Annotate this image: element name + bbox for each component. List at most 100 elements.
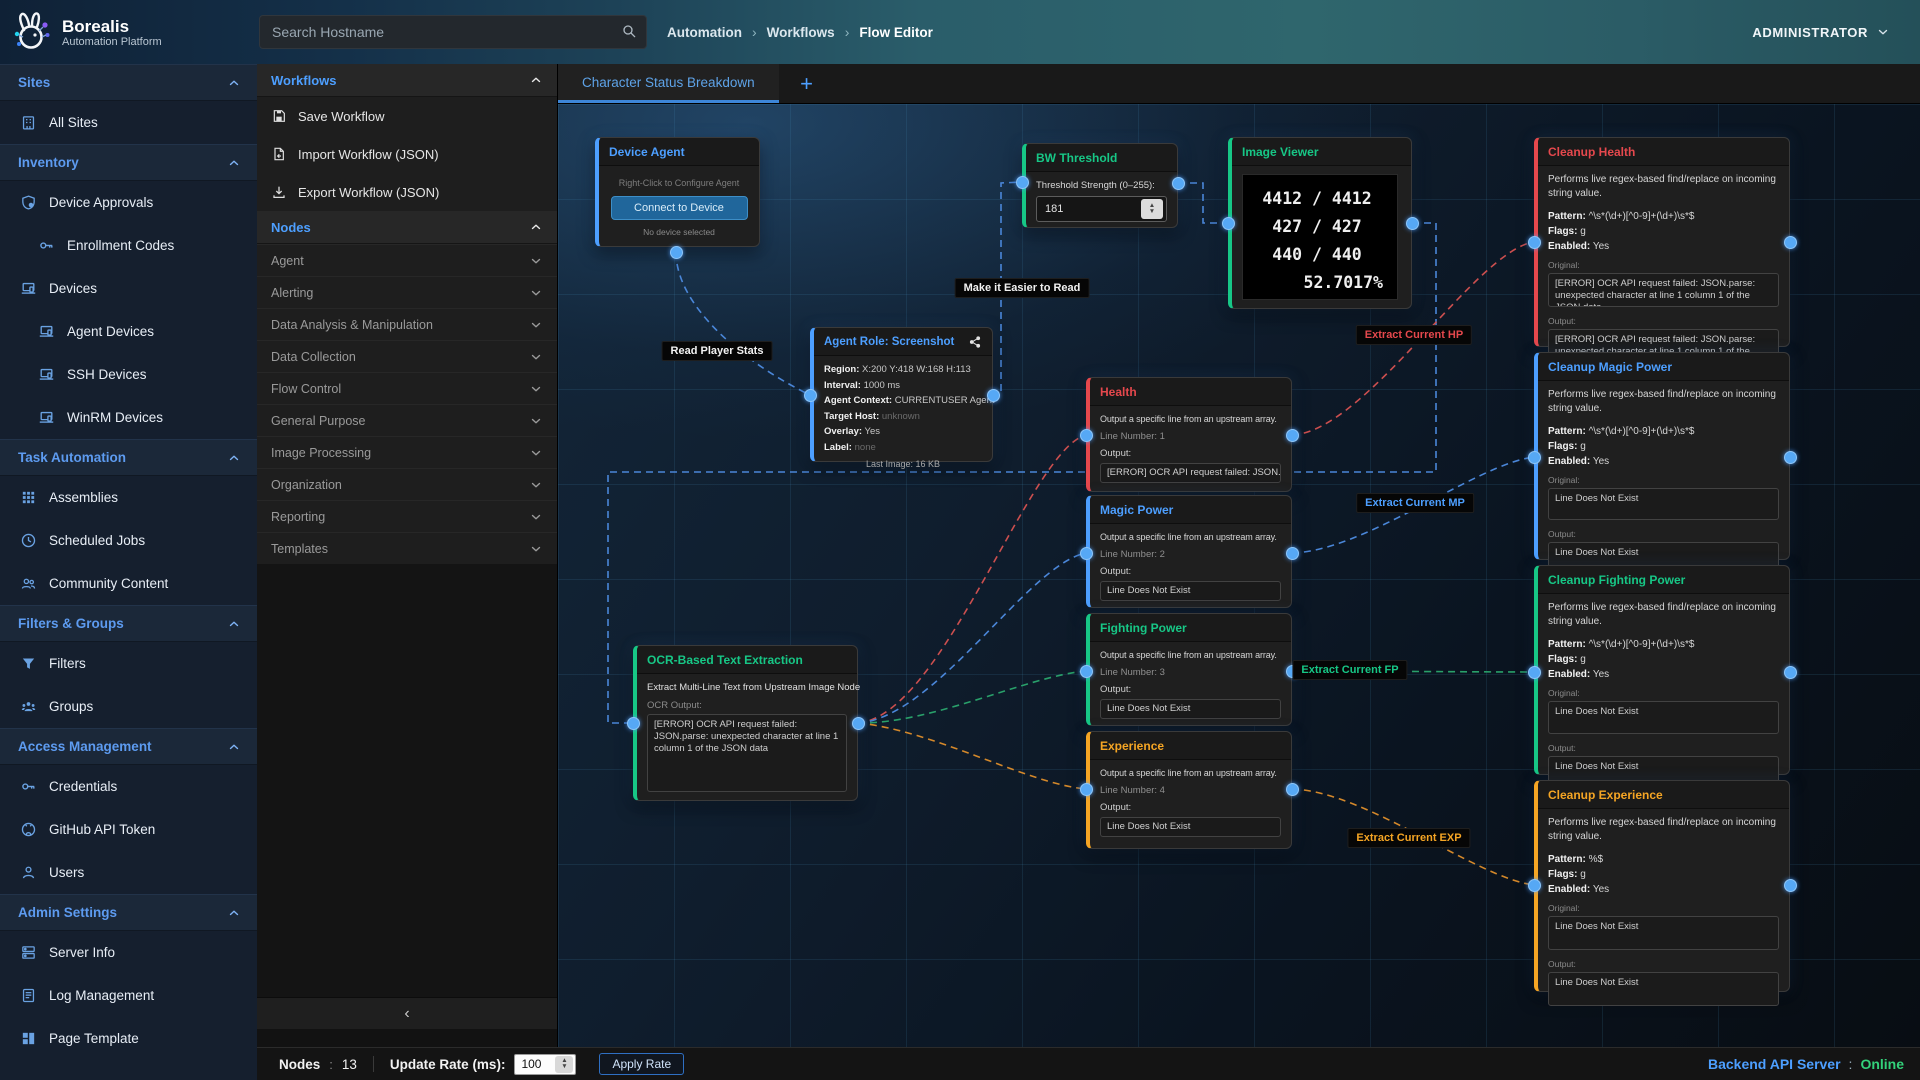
save-workflow-button[interactable]: Save Workflow xyxy=(257,97,557,135)
node-category-agent[interactable]: Agent xyxy=(257,244,557,276)
sidebar-item-filters[interactable]: Filters xyxy=(0,642,257,685)
sidebar-section-admin-settings[interactable]: Admin Settings xyxy=(0,894,257,931)
sidebar-item-ssh-devices[interactable]: SSH Devices xyxy=(0,353,257,396)
threshold-input[interactable] xyxy=(1037,203,1141,215)
flow-node-bw-threshold[interactable]: BW Threshold Threshold Strength (0–255):… xyxy=(1022,143,1178,228)
original-textarea[interactable]: [ERROR] OCR API request failed: JSON.par… xyxy=(1548,273,1779,307)
sidebar-item-credentials[interactable]: Credentials xyxy=(0,765,257,808)
original-textarea[interactable]: Line Does Not Exist xyxy=(1548,701,1779,734)
import-workflow-button[interactable]: Import Workflow (JSON) xyxy=(257,135,557,173)
sidebar-item-winrm-devices[interactable]: WinRM Devices xyxy=(0,396,257,439)
connector-port[interactable] xyxy=(987,389,1000,402)
connector-port[interactable] xyxy=(852,717,865,730)
flow-node-cleanup-experience[interactable]: Cleanup Experience Performs live regex-b… xyxy=(1534,780,1790,992)
number-stepper[interactable]: ▲▼ xyxy=(1141,199,1163,219)
collapse-panel-button[interactable]: ‹ xyxy=(257,997,557,1029)
nodes-panel-header[interactable]: Nodes xyxy=(257,211,557,244)
update-rate-input[interactable] xyxy=(515,1057,555,1071)
node-category-templates[interactable]: Templates xyxy=(257,532,557,564)
flow-node-cleanup-magic-power[interactable]: Cleanup Magic Power Performs live regex-… xyxy=(1534,352,1790,560)
edge-label-extract-current-hp[interactable]: Extract Current HP xyxy=(1356,325,1472,345)
connector-port[interactable] xyxy=(1406,217,1419,230)
sidebar-item-device-approvals[interactable]: Device Approvals xyxy=(0,181,257,224)
sidebar-item-enrollment-codes[interactable]: Enrollment Codes xyxy=(0,224,257,267)
hostname-search[interactable] xyxy=(259,15,647,49)
node-category-data-collection[interactable]: Data Collection xyxy=(257,340,557,372)
number-stepper[interactable]: ▲▼ xyxy=(555,1056,573,1073)
connector-port[interactable] xyxy=(1286,783,1299,796)
node-category-organization[interactable]: Organization xyxy=(257,468,557,500)
node-category-alerting[interactable]: Alerting xyxy=(257,276,557,308)
connector-port[interactable] xyxy=(1016,176,1029,189)
connector-port[interactable] xyxy=(1080,547,1093,560)
sidebar-item-page-template[interactable]: Page Template xyxy=(0,1017,257,1060)
output-textarea[interactable]: Line Does Not Exist xyxy=(1548,972,1779,1006)
connector-port[interactable] xyxy=(1080,783,1093,796)
flow-node-health[interactable]: Health Output a specific line from an up… xyxy=(1086,377,1292,492)
edge-label-extract-current-exp[interactable]: Extract Current EXP xyxy=(1347,828,1470,848)
edge-label-extract-current-fp[interactable]: Extract Current FP xyxy=(1292,660,1407,680)
flow-node-image-viewer[interactable]: Image Viewer 4412 / 4412 427 / 427 440 /… xyxy=(1228,137,1412,309)
flow-node-fighting-power[interactable]: Fighting Power Output a specific line fr… xyxy=(1086,613,1292,726)
flow-canvas[interactable]: Device Agent Right-Click to Configure Ag… xyxy=(558,104,1920,1047)
flow-node-device-agent[interactable]: Device Agent Right-Click to Configure Ag… xyxy=(595,137,760,247)
tab-character-status-breakdown[interactable]: Character Status Breakdown xyxy=(558,64,779,103)
user-menu-administrator[interactable]: ADMINISTRATOR xyxy=(1752,25,1890,40)
output-value-field[interactable]: Line Does Not Exist xyxy=(1100,581,1281,601)
sidebar-item-log-management[interactable]: Log Management xyxy=(0,974,257,1017)
node-category-reporting[interactable]: Reporting xyxy=(257,500,557,532)
connector-port[interactable] xyxy=(627,717,640,730)
connector-port[interactable] xyxy=(1286,547,1299,560)
connector-port[interactable] xyxy=(1528,666,1541,679)
node-category-image-processing[interactable]: Image Processing xyxy=(257,436,557,468)
connector-port[interactable] xyxy=(1286,429,1299,442)
output-value-field[interactable]: [ERROR] OCR API request failed: JSON.par xyxy=(1100,463,1281,483)
ocr-output-textarea[interactable]: [ERROR] OCR API request failed: JSON.par… xyxy=(647,714,847,792)
connector-port[interactable] xyxy=(1784,879,1797,892)
node-category-general-purpose[interactable]: General Purpose xyxy=(257,404,557,436)
sidebar-item-scheduled-jobs[interactable]: Scheduled Jobs xyxy=(0,519,257,562)
flow-node-magic-power[interactable]: Magic Power Output a specific line from … xyxy=(1086,495,1292,608)
connect-to-device-button[interactable]: Connect to Device xyxy=(611,196,748,220)
sidebar-item-all-sites[interactable]: All Sites xyxy=(0,101,257,144)
connector-port[interactable] xyxy=(1080,429,1093,442)
connector-port[interactable] xyxy=(1080,665,1093,678)
flow-node-agent-role-screenshot[interactable]: Agent Role: Screenshot Region: X:200 Y:4… xyxy=(810,327,993,462)
connector-port[interactable] xyxy=(1784,451,1797,464)
flow-node-experience[interactable]: Experience Output a specific line from a… xyxy=(1086,731,1292,849)
connector-port[interactable] xyxy=(804,389,817,402)
sidebar-item-groups[interactable]: Groups xyxy=(0,685,257,728)
output-value-field[interactable]: Line Does Not Exist xyxy=(1100,699,1281,719)
sidebar-item-github-api-token[interactable]: GitHub API Token xyxy=(0,808,257,851)
connector-port[interactable] xyxy=(1172,177,1185,190)
sidebar-item-users[interactable]: Users xyxy=(0,851,257,894)
search-input[interactable] xyxy=(259,15,647,49)
flow-node-cleanup-health[interactable]: Cleanup Health Performs live regex-based… xyxy=(1534,137,1790,347)
edge-label-read-player-stats[interactable]: Read Player Stats xyxy=(662,341,773,361)
apply-rate-button[interactable]: Apply Rate xyxy=(599,1053,684,1075)
sidebar-item-agent-devices[interactable]: Agent Devices xyxy=(0,310,257,353)
edge-label-make-it-easier-to-read[interactable]: Make it Easier to Read xyxy=(955,278,1090,298)
connector-port[interactable] xyxy=(1528,879,1541,892)
breadcrumb-automation[interactable]: Automation xyxy=(667,25,742,40)
connector-port[interactable] xyxy=(1528,236,1541,249)
sidebar-item-server-info[interactable]: Server Info xyxy=(0,931,257,974)
sidebar-section-inventory[interactable]: Inventory xyxy=(0,144,257,181)
output-value-field[interactable]: Line Does Not Exist xyxy=(1100,817,1281,837)
share-icon[interactable] xyxy=(968,335,982,349)
node-category-data-analysis[interactable]: Data Analysis & Manipulation xyxy=(257,308,557,340)
add-tab-button[interactable]: + xyxy=(779,64,835,103)
edge-label-extract-current-mp[interactable]: Extract Current MP xyxy=(1356,493,1474,513)
connector-port[interactable] xyxy=(670,246,683,259)
connector-port[interactable] xyxy=(1528,451,1541,464)
breadcrumb-workflows[interactable]: Workflows xyxy=(767,25,835,40)
sidebar-section-sites[interactable]: Sites xyxy=(0,64,257,101)
original-textarea[interactable]: Line Does Not Exist xyxy=(1548,488,1779,520)
sidebar-item-community-content[interactable]: Community Content xyxy=(0,562,257,605)
node-category-flow-control[interactable]: Flow Control xyxy=(257,372,557,404)
sidebar-section-task-automation[interactable]: Task Automation xyxy=(0,439,257,476)
flow-node-cleanup-fighting-power[interactable]: Cleanup Fighting Power Performs live reg… xyxy=(1534,565,1790,775)
sidebar-section-filters-groups[interactable]: Filters & Groups xyxy=(0,605,257,642)
sidebar-item-assemblies[interactable]: Assemblies xyxy=(0,476,257,519)
export-workflow-button[interactable]: Export Workflow (JSON) xyxy=(257,173,557,211)
